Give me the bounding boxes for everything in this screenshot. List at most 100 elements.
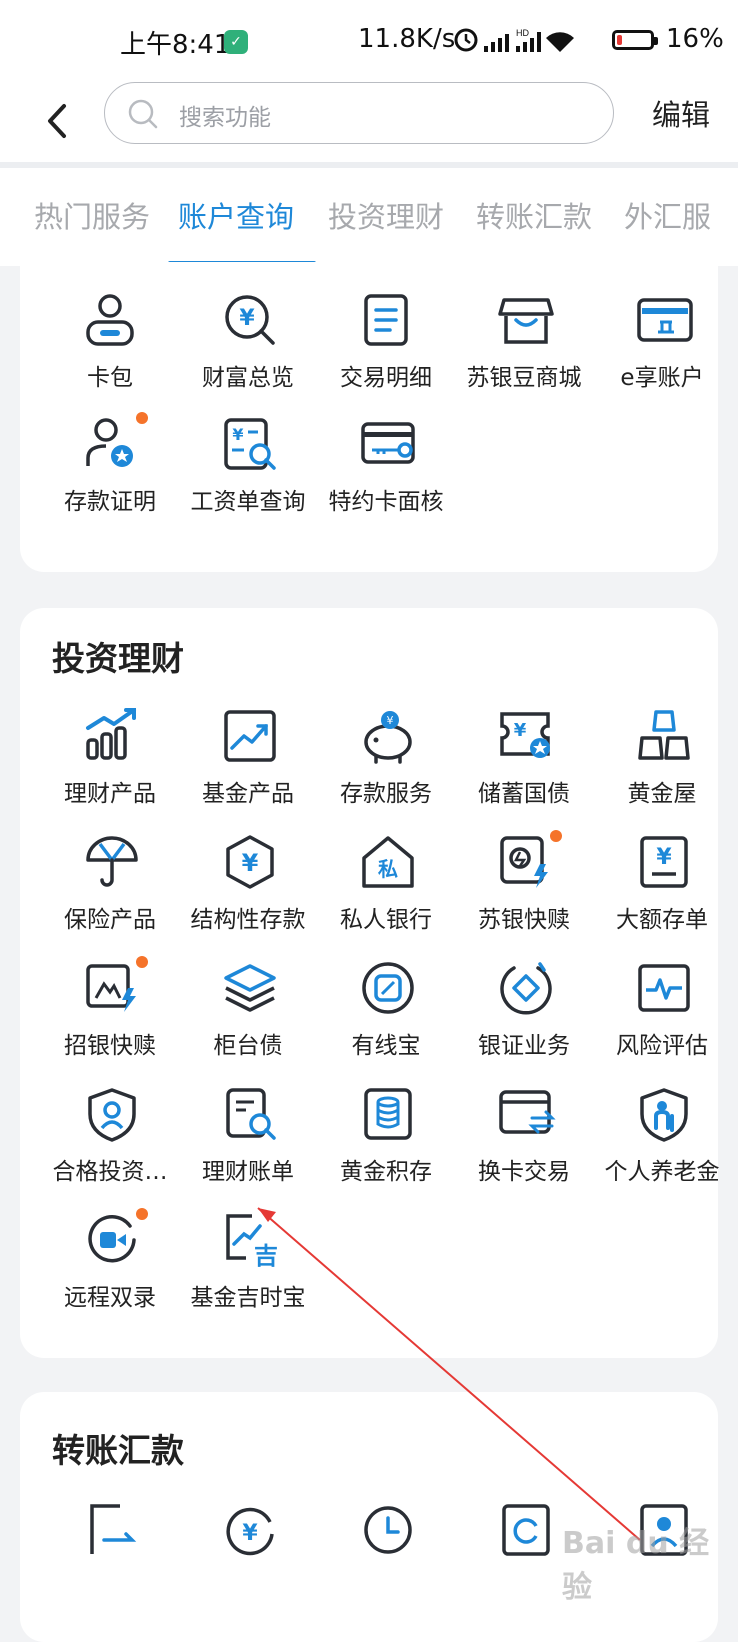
- grid-item-deposit-certificate[interactable]: 存款证明: [40, 412, 180, 526]
- grid-item-wealth-products[interactable]: 理财产品: [40, 708, 180, 818]
- grid-item-label: 招银快赎: [64, 1033, 156, 1059]
- watermark: Bai du 经验: [562, 1526, 710, 1605]
- grid-item-label: 存款服务: [340, 781, 432, 807]
- grid-item-label: 银证业务: [478, 1033, 570, 1059]
- yuan-search-icon: ¥: [225, 295, 275, 345]
- grid-item-structured-deposit[interactable]: ¥ 结构性存款: [178, 834, 318, 944]
- grid-item-youxianbao[interactable]: 有线宝: [316, 960, 456, 1070]
- grid-item-transfer[interactable]: [40, 1502, 180, 1612]
- svg-text:吉: 吉: [254, 1242, 278, 1268]
- grid-item-label: 远程双录: [64, 1285, 156, 1311]
- grid-item-label: 储蓄国债: [478, 781, 570, 807]
- grid-item-label: 卡包: [87, 365, 133, 391]
- quick-redeem-icon: [500, 836, 548, 888]
- grid-item-suyin-quick-redeem[interactable]: 苏银快赎: [454, 830, 594, 944]
- clock-icon: [364, 1506, 412, 1554]
- grid-item-wealth-overview[interactable]: ¥ 财富总览: [178, 292, 318, 402]
- grid-item-label: 个人养老金: [604, 1159, 720, 1185]
- svg-text:¥: ¥: [232, 425, 243, 444]
- investment-card: 投资理财 理财产品 基金产品 ¥ 存款服务 ¥ 储蓄国债 黄金屋 保险产品 ¥ …: [20, 608, 720, 1358]
- fund-ji-icon: 吉: [226, 1214, 278, 1268]
- grid-item-label: 大额存单: [616, 907, 708, 933]
- chevron-left-icon[interactable]: [40, 96, 74, 146]
- grid-item-label: 特约卡面核: [328, 489, 444, 515]
- grid-item-private-bank[interactable]: 私 私人银行: [316, 834, 456, 944]
- grid-item-qualified-investor[interactable]: 合格投资…: [40, 1086, 180, 1196]
- grid-item-large-deposit[interactable]: ¥ 大额存单: [592, 834, 732, 944]
- grid-item-scheduled-transfer[interactable]: [316, 1502, 456, 1612]
- grid-item-fund-jishibao[interactable]: 吉 基金吉时宝: [178, 1212, 318, 1322]
- grid-item-card-exchange[interactable]: 换卡交易: [454, 1086, 594, 1196]
- grid-item-fund-products[interactable]: 基金产品: [178, 708, 318, 818]
- grid-item-label: 理财账单: [202, 1159, 294, 1185]
- bank-card-icon: [637, 298, 693, 342]
- grid-item-bank-securities[interactable]: 银证业务: [454, 960, 594, 1070]
- grid-item-label: 交易明细: [340, 365, 432, 391]
- certificate-user-icon: [86, 418, 133, 467]
- tab-transfer[interactable]: 转账汇款: [476, 194, 592, 236]
- shield-icon: ✓: [224, 30, 248, 54]
- svg-text:¥: ¥: [514, 720, 527, 741]
- shop-icon: [498, 298, 554, 344]
- grid-item-label: 保险产品: [64, 907, 156, 933]
- grid-item-card-wallet[interactable]: 卡包: [40, 292, 180, 402]
- search-input[interactable]: 搜索功能: [104, 82, 614, 144]
- ring-diamond-icon: [500, 962, 552, 1015]
- grid-item-label: 工资单查询: [190, 489, 306, 515]
- grid-item-transactions[interactable]: 交易明细: [316, 292, 456, 402]
- svg-text:HD: HD: [516, 28, 529, 38]
- svg-text:¥: ¥: [242, 849, 259, 877]
- tab-account-query[interactable]: 账户查询: [178, 194, 294, 236]
- grid-item-deposit-service[interactable]: ¥ 存款服务: [316, 708, 456, 818]
- grid-item-label: 基金吉时宝: [190, 1285, 306, 1311]
- grid-item-risk-assessment[interactable]: 风险评估: [592, 960, 732, 1070]
- grid-item-insurance[interactable]: 保险产品: [40, 834, 180, 944]
- svg-text:¥: ¥: [656, 845, 672, 870]
- grid-item-label: 合格投资…: [52, 1159, 168, 1185]
- tab-investment[interactable]: 投资理财: [328, 194, 444, 236]
- trend-chart-icon: [224, 710, 276, 762]
- payslip-search-icon: ¥: [224, 418, 276, 470]
- svg-text:私: 私: [378, 857, 398, 881]
- battery-percent: 16%: [666, 24, 724, 54]
- grid-item-counter-bond[interactable]: 柜台债: [178, 960, 318, 1070]
- grid-item-gold-house[interactable]: 黄金屋: [592, 708, 732, 818]
- grid-item-label: 基金产品: [202, 781, 294, 807]
- yuan-refresh-icon: ¥: [226, 1507, 274, 1556]
- grid-item-label: 有线宝: [351, 1033, 421, 1059]
- edit-button[interactable]: 编辑: [652, 92, 710, 134]
- category-tabs: 热门服务 账户查询 投资理财 转账汇款 外汇服: [0, 168, 738, 266]
- deposit-slip-icon: ¥: [640, 836, 688, 888]
- transfer-doc-icon: [90, 1504, 137, 1554]
- grid-item-e-account[interactable]: e享账户: [592, 292, 732, 402]
- grid-item-shop[interactable]: 苏银豆商城: [454, 292, 594, 402]
- grid-item-payslip-query[interactable]: ¥ 工资单查询: [178, 416, 318, 526]
- search-header: 搜索功能 编辑: [0, 82, 738, 162]
- grid-item-label: 苏银豆商城: [466, 365, 582, 391]
- circle-square-icon: [362, 962, 414, 1014]
- notification-dot: [136, 1208, 148, 1220]
- grid-item-savings-bonds[interactable]: ¥ 储蓄国债: [454, 708, 594, 818]
- svg-text:¥: ¥: [387, 714, 394, 727]
- grid-item-remote-recording[interactable]: 远程双录: [40, 1208, 180, 1322]
- grid-item-personal-pension[interactable]: 个人养老金: [592, 1086, 732, 1196]
- gold-bars-icon: [638, 710, 690, 760]
- shield-user-icon: [88, 1088, 136, 1142]
- grid-item-gold-accumulation[interactable]: 黄金积存: [316, 1086, 456, 1196]
- battery-icon: [612, 30, 658, 50]
- grid-item-label: 风险评估: [616, 1033, 708, 1059]
- grid-item-special-card[interactable]: 特约卡面核: [316, 416, 456, 526]
- bond-ticket-icon: ¥: [500, 712, 550, 758]
- refresh-doc-icon: [502, 1504, 550, 1556]
- grid-item-wealth-statement[interactable]: 理财账单: [178, 1086, 318, 1196]
- grid-item-yuan-refresh[interactable]: ¥: [178, 1502, 318, 1612]
- document-search-icon: [226, 1088, 276, 1140]
- grid-item-label: 黄金屋: [627, 781, 697, 807]
- search-icon: [128, 99, 158, 129]
- grid-item-cmb-quick-redeem[interactable]: 招银快赎: [40, 956, 180, 1070]
- card-key-icon: [361, 422, 415, 464]
- grid-item-label: 理财产品: [64, 781, 156, 807]
- tab-forex[interactable]: 外汇服: [624, 194, 711, 236]
- grid-item-label: 苏银快赎: [478, 907, 570, 933]
- tab-hot-services[interactable]: 热门服务: [34, 194, 150, 236]
